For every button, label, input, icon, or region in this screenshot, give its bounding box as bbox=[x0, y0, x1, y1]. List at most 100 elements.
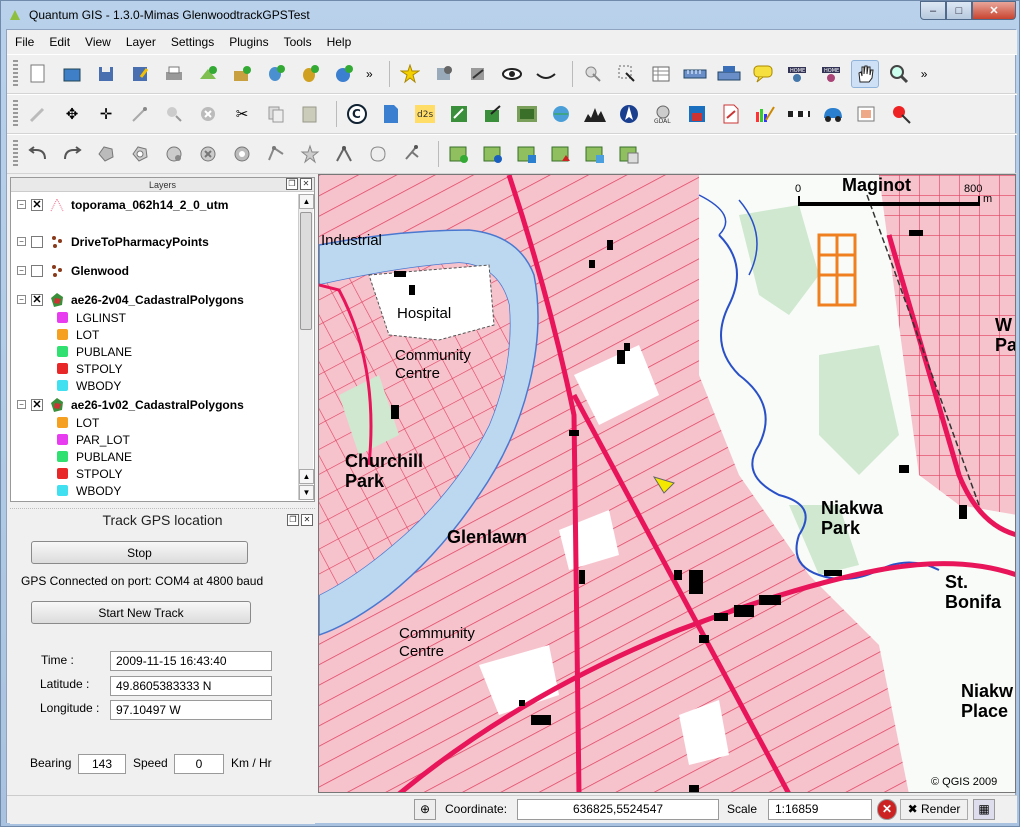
gps-track-icon[interactable] bbox=[581, 140, 609, 168]
layer-visibility-checkbox[interactable]: ✕ bbox=[31, 293, 43, 306]
d2s-icon[interactable]: d2s bbox=[411, 100, 439, 128]
longitude-field[interactable]: 97.10497 W bbox=[110, 700, 272, 720]
close-window-button[interactable]: ✕ bbox=[972, 1, 1016, 20]
open-project-icon[interactable] bbox=[58, 60, 86, 88]
gps-download-icon[interactable] bbox=[513, 140, 541, 168]
menu-file[interactable]: File bbox=[15, 35, 34, 49]
layer-visibility-checkbox[interactable] bbox=[31, 264, 43, 277]
start-new-track-button[interactable]: Start New Track bbox=[31, 601, 251, 624]
layer-item-drivetopharmacy[interactable]: − DriveToPharmacyPoints bbox=[17, 233, 209, 250]
collapse-icon[interactable]: − bbox=[17, 237, 26, 246]
minimize-button[interactable]: – bbox=[920, 1, 946, 20]
measure-area-icon[interactable] bbox=[715, 60, 743, 88]
collapse-icon[interactable]: − bbox=[17, 400, 26, 409]
dxf2shp-icon[interactable] bbox=[377, 100, 405, 128]
menu-tools[interactable]: Tools bbox=[284, 35, 312, 49]
add-vertex-icon[interactable] bbox=[126, 100, 154, 128]
split-features-icon[interactable] bbox=[296, 140, 324, 168]
gdal-tools-icon[interactable]: GDAL bbox=[649, 100, 677, 128]
add-vector-layer-icon[interactable] bbox=[194, 60, 222, 88]
collapse-icon[interactable]: − bbox=[17, 295, 26, 304]
map-svg[interactable] bbox=[319, 175, 1016, 793]
measure-line-icon[interactable] bbox=[681, 60, 709, 88]
menu-layer[interactable]: Layer bbox=[126, 35, 156, 49]
close-panel-icon[interactable]: ✕ bbox=[300, 178, 312, 190]
collapse-icon[interactable]: − bbox=[17, 266, 26, 275]
coordinate-field[interactable]: 636825,5524547 bbox=[517, 799, 719, 820]
layer-item-ae26-2v04[interactable]: − ✕ ae26-2v04_CadastralPolygons bbox=[17, 291, 244, 308]
terrain-analysis-icon[interactable] bbox=[581, 100, 609, 128]
delete-vertex-icon[interactable] bbox=[160, 100, 188, 128]
maximize-button[interactable]: □ bbox=[946, 1, 972, 20]
gps-tools-icon[interactable] bbox=[479, 100, 507, 128]
map-canvas[interactable]: 0 800 m Maginot Industrial Hospital Comm… bbox=[318, 174, 1016, 793]
scrollbar-thumb[interactable] bbox=[300, 212, 312, 330]
speed-field[interactable]: 0 bbox=[174, 754, 224, 774]
time-field[interactable]: 2009-11-15 16:43:40 bbox=[110, 651, 272, 671]
add-island-icon[interactable] bbox=[160, 140, 188, 168]
delete-part-icon[interactable] bbox=[228, 140, 256, 168]
map-export-icon[interactable] bbox=[853, 100, 881, 128]
map-tips-icon[interactable] bbox=[749, 60, 777, 88]
redo-icon[interactable] bbox=[58, 140, 86, 168]
layer-item-toporama[interactable]: − ✕ toporama_062h14_2_0_utm bbox=[17, 196, 228, 213]
toggle-editing-icon[interactable] bbox=[24, 100, 52, 128]
add-raster-layer-icon[interactable] bbox=[228, 60, 256, 88]
add-postgis-layer-icon[interactable] bbox=[262, 60, 290, 88]
scroll-down-icon[interactable]: ▼ bbox=[299, 485, 314, 500]
add-wms-layer-icon[interactable] bbox=[330, 60, 358, 88]
gps-upload-icon[interactable] bbox=[547, 140, 575, 168]
copyright-label-icon[interactable]: C bbox=[343, 100, 371, 128]
new-project-icon[interactable] bbox=[24, 60, 52, 88]
menu-settings[interactable]: Settings bbox=[171, 35, 214, 49]
new-bookmark-icon[interactable] bbox=[396, 60, 424, 88]
menu-view[interactable]: View bbox=[85, 35, 111, 49]
select-features-icon[interactable] bbox=[613, 60, 641, 88]
layer-properties-icon[interactable] bbox=[464, 60, 492, 88]
move-vertex-icon[interactable]: ✛ bbox=[92, 100, 120, 128]
layer-item-ae26-1v02[interactable]: − ✕ ae26-1v02_CadastralPolygons bbox=[17, 396, 244, 413]
cut-features-icon[interactable]: ✂ bbox=[228, 100, 256, 128]
delete-selected-icon[interactable] bbox=[194, 100, 222, 128]
gps-info-icon[interactable] bbox=[479, 140, 507, 168]
stop-render-icon[interactable]: ✕ bbox=[877, 799, 897, 820]
pan-hand-icon[interactable] bbox=[850, 60, 879, 88]
interpolation-icon[interactable] bbox=[547, 100, 575, 128]
toolbar-grip[interactable] bbox=[13, 60, 18, 88]
bearing-field[interactable]: 143 bbox=[78, 754, 126, 774]
menu-edit[interactable]: Edit bbox=[49, 35, 70, 49]
rotate-symbols-icon[interactable] bbox=[398, 140, 426, 168]
zoom-home-icon[interactable]: HOME bbox=[783, 60, 811, 88]
print-icon[interactable] bbox=[160, 60, 188, 88]
projection-icon[interactable]: ▦ bbox=[973, 799, 995, 820]
gps-table-icon[interactable] bbox=[615, 140, 643, 168]
move-feature-icon[interactable]: ✥ bbox=[58, 100, 86, 128]
georeferencer-icon[interactable] bbox=[445, 100, 473, 128]
layer-visibility-checkbox[interactable] bbox=[31, 235, 43, 248]
toolbar-2-more-button[interactable]: » bbox=[921, 67, 928, 81]
pdf-export-icon[interactable] bbox=[717, 100, 745, 128]
record-gps-icon[interactable] bbox=[887, 100, 915, 128]
float-panel-icon[interactable]: ❐ bbox=[287, 514, 299, 526]
zoom-in-icon[interactable] bbox=[885, 60, 913, 88]
save-project-icon[interactable] bbox=[92, 60, 120, 88]
toolbar-1-more-button[interactable]: » bbox=[366, 67, 373, 81]
grass-tools-icon[interactable] bbox=[513, 100, 541, 128]
menu-help[interactable]: Help bbox=[327, 35, 352, 49]
save-as-icon[interactable] bbox=[126, 60, 154, 88]
attribute-table-icon[interactable] bbox=[647, 60, 675, 88]
node-tool-icon[interactable] bbox=[364, 140, 392, 168]
layers-scrollbar[interactable]: ▲ ▲ ▼ bbox=[298, 194, 314, 500]
layer-item-glenwood[interactable]: − Glenwood bbox=[17, 262, 129, 279]
identify-icon[interactable] bbox=[579, 60, 607, 88]
paste-features-icon[interactable] bbox=[296, 100, 324, 128]
simplify-feature-icon[interactable] bbox=[92, 140, 120, 168]
mouse-coords-toggle-icon[interactable]: ⊕ bbox=[414, 799, 436, 820]
latitude-field[interactable]: 49.8605383333 N bbox=[110, 676, 272, 696]
scale-bar-icon[interactable] bbox=[785, 100, 813, 128]
scroll-up-icon[interactable]: ▲ bbox=[299, 194, 314, 209]
add-spatialite-layer-icon[interactable] bbox=[296, 60, 324, 88]
toolbar-grip[interactable] bbox=[13, 100, 18, 128]
north-arrow-icon[interactable] bbox=[615, 100, 643, 128]
zoom-home-2-icon[interactable]: HOME bbox=[817, 60, 845, 88]
